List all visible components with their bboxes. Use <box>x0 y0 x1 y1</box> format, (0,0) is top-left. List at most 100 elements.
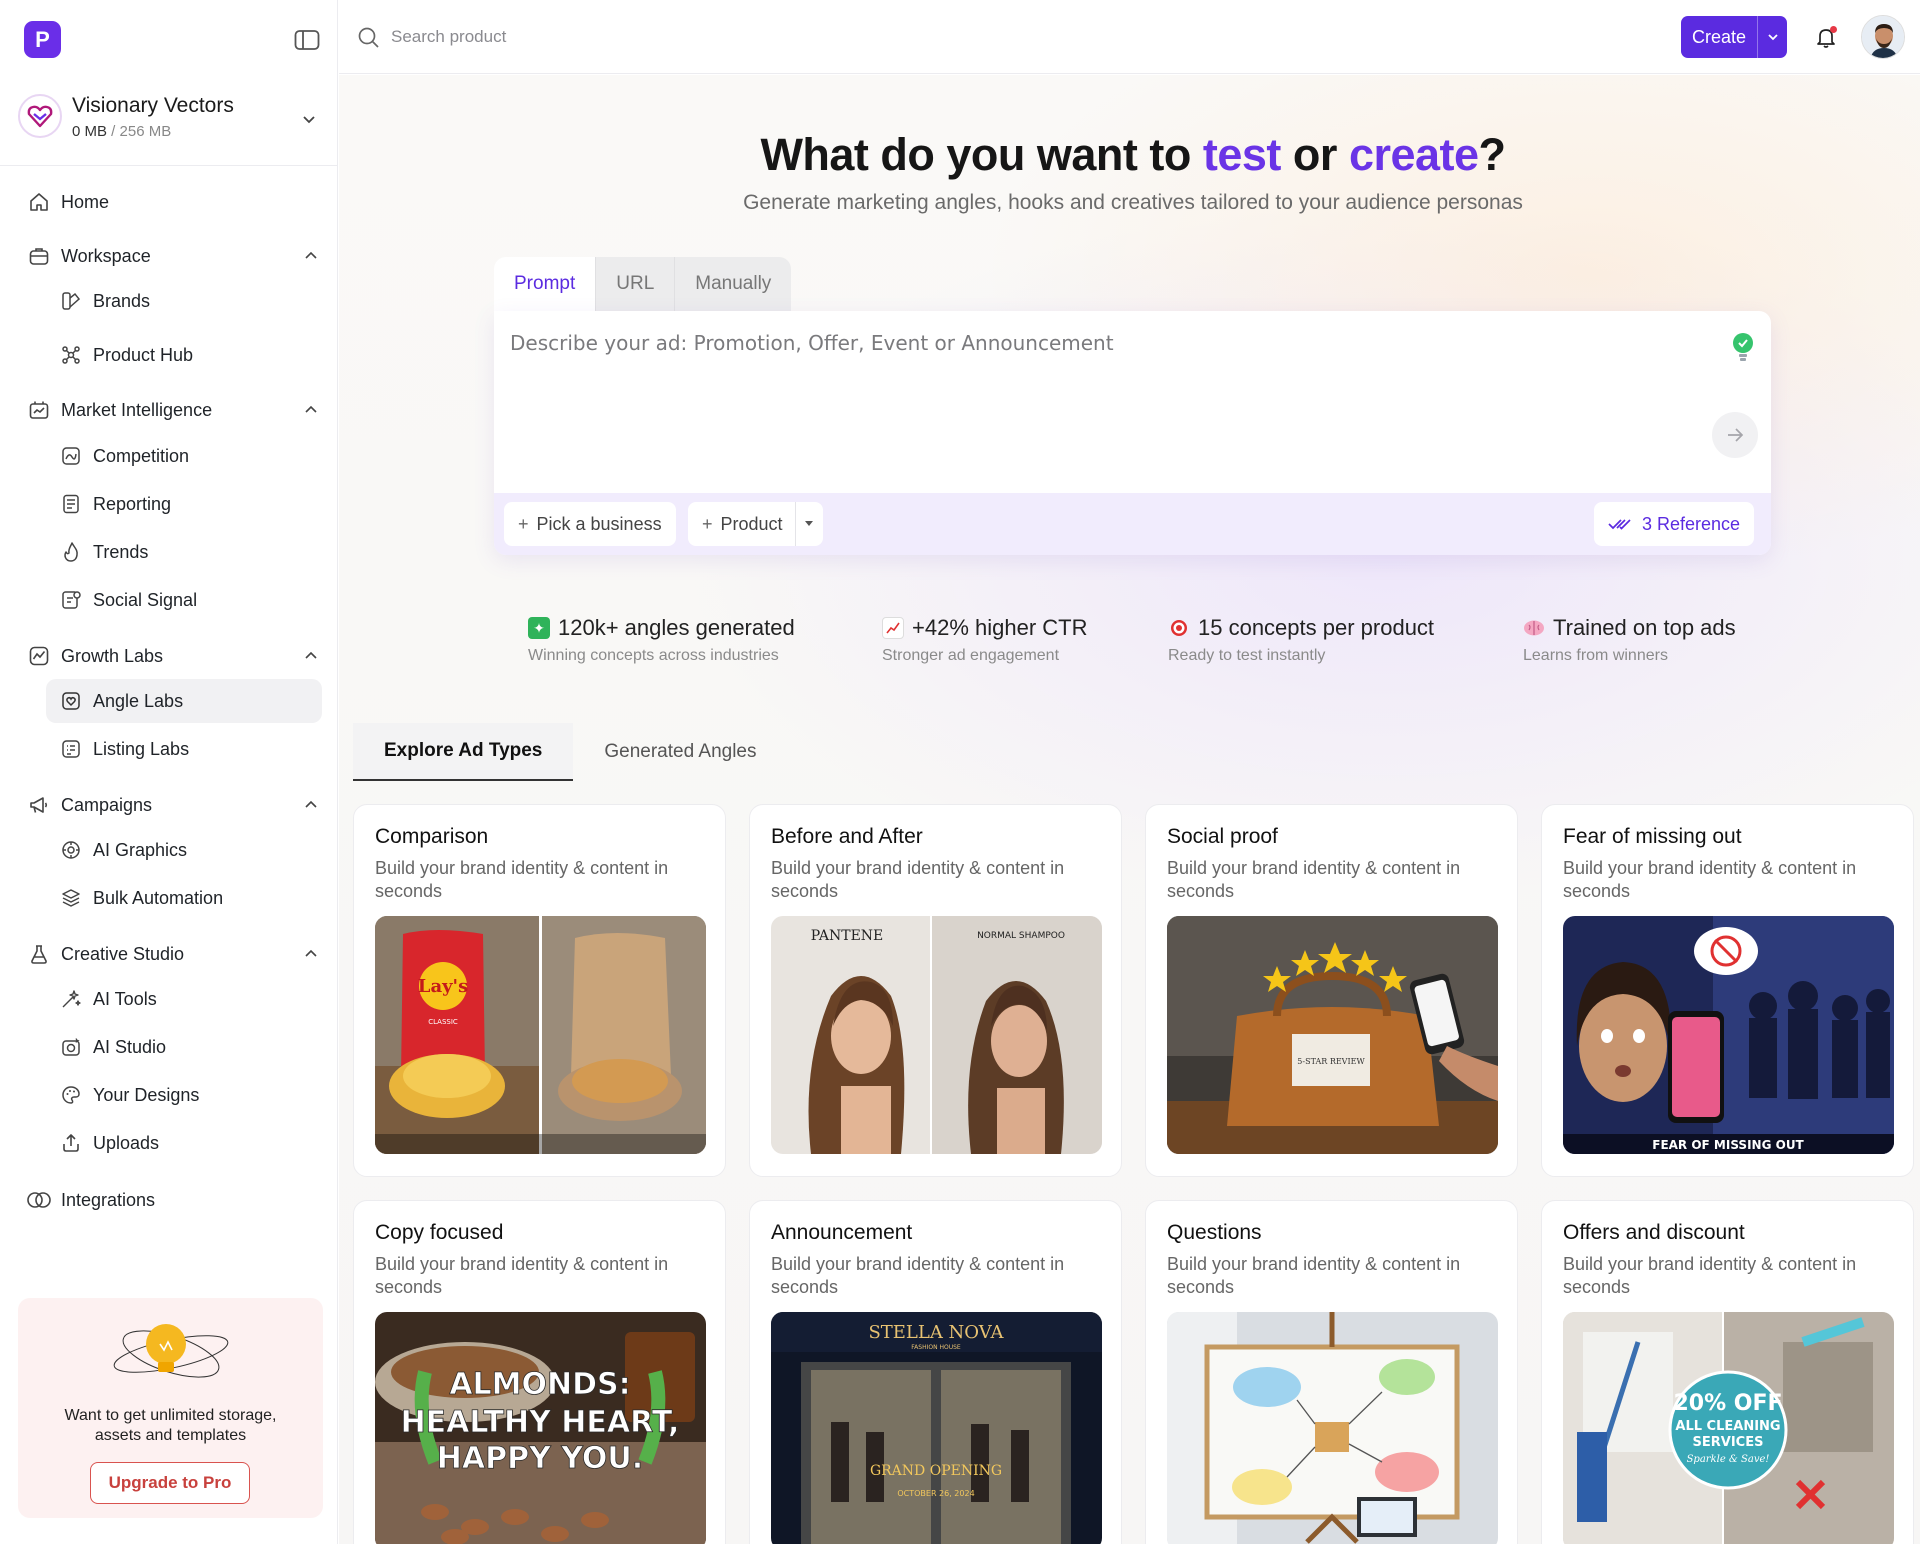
sidebar-item-ai-graphics[interactable]: AI Graphics <box>46 828 322 872</box>
pick-business-button[interactable]: + Pick a business <box>504 502 676 546</box>
stat-title: Trained on top ads <box>1553 615 1736 640</box>
hero-title-part: ? <box>1478 129 1507 180</box>
ad-type-card-social-proof[interactable]: Social proof Build your brand identity &… <box>1145 804 1518 1177</box>
create-button-label: Create <box>1691 26 1747 47</box>
sidebar-section-label: Growth Labs <box>61 645 164 666</box>
reference-button[interactable]: 3 Reference <box>1594 502 1755 546</box>
tab-url[interactable]: URL <box>595 257 675 311</box>
sidebar-item-product-hub[interactable]: Product Hub <box>46 333 322 377</box>
ad-type-card-offers-discount[interactable]: Offers and discount Build your brand ide… <box>1541 1200 1914 1544</box>
stat-subtitle: Stronger ad engagement <box>882 647 1060 664</box>
sidebar-section-campaigns[interactable]: Campaigns <box>26 783 326 827</box>
card-title: Fear of missing out <box>1563 825 1742 848</box>
sidebar-item-social-signal[interactable]: Social Signal <box>46 578 322 622</box>
send-button[interactable] <box>1712 412 1758 458</box>
card-title: Social proof <box>1167 825 1278 848</box>
sidebar-item-angle-labs[interactable]: Angle Labs <box>46 679 322 723</box>
notification-bell-icon[interactable] <box>1813 24 1839 50</box>
ad-type-card-before-after[interactable]: Before and After Build your brand identi… <box>749 804 1122 1177</box>
card-description: Build your brand identity & content in s… <box>1167 1254 1461 1297</box>
stats-row: ✦ 120k+ angles generated Winning concepts… <box>339 615 1920 685</box>
sidebar-section-label: Campaigns <box>61 794 153 815</box>
chevron-up-icon[interactable] <box>302 796 320 814</box>
sidebar-item-label: AI Studio <box>93 1036 167 1057</box>
hero-title: What do you want to test or create? <box>339 129 1920 181</box>
ad-type-card-fomo[interactable]: Fear of missing out Build your brand ide… <box>1541 804 1914 1177</box>
lightbulb-icon[interactable] <box>1730 331 1756 363</box>
pantene-text: PANTENE <box>811 928 884 944</box>
sidebar-item-label: Social Signal <box>93 589 198 610</box>
sidebar-item-home[interactable]: Home <box>26 180 326 224</box>
chevron-up-icon[interactable] <box>302 247 320 265</box>
chevron-down-icon[interactable] <box>300 110 318 128</box>
tab-generated-angles[interactable]: Generated Angles <box>573 723 787 781</box>
ad-type-card-announcement[interactable]: Announcement Build your brand identity &… <box>749 1200 1122 1544</box>
briefcase-icon <box>26 243 52 269</box>
sidebar-item-ai-tools[interactable]: AI Tools <box>46 977 322 1021</box>
tab-manually[interactable]: Manually <box>674 257 792 311</box>
double-check-icon <box>1608 519 1631 530</box>
offer-line-4: Sparkle & Save! <box>1687 1454 1770 1465</box>
content-tabs: Explore Ad Types Generated Angles <box>353 723 788 781</box>
sidebar-item-listing-labs[interactable]: Listing Labs <box>46 727 322 771</box>
tab-explore-ad-types[interactable]: Explore Ad Types <box>353 723 574 781</box>
sidebar-section-creative-studio[interactable]: Creative Studio <box>26 932 326 976</box>
sidebar-item-trends[interactable]: Trends <box>46 530 322 574</box>
stat-subtitle: Ready to test instantly <box>1168 647 1326 664</box>
stat-subtitle: Learns from winners <box>1523 647 1668 664</box>
chevron-up-icon[interactable] <box>302 401 320 419</box>
sidebar-item-label: Competition <box>93 445 190 466</box>
sidebar-section-growth-labs[interactable]: Growth Labs <box>26 634 326 678</box>
sidebar: P Visionary Vectors 0 MB / 256 MB Home W… <box>0 0 338 1544</box>
sidebar-item-label: Brands <box>93 290 151 311</box>
chevron-up-icon[interactable] <box>302 647 320 665</box>
caret-down-icon[interactable] <box>794 502 823 546</box>
sidebar-item-label: Your Designs <box>93 1084 200 1105</box>
sidebar-section-market-intelligence[interactable]: Market Intelligence <box>26 388 326 432</box>
brands-icon <box>58 288 84 314</box>
reference-label: 3 Reference <box>1642 513 1741 534</box>
flask-icon <box>26 941 52 967</box>
plus-icon: + <box>518 513 529 534</box>
stat-item: +42% higher CTR Stronger ad engagement <box>882 615 1087 665</box>
sidebar-item-uploads[interactable]: Uploads <box>46 1121 322 1165</box>
reporting-icon <box>58 491 84 517</box>
sidebar-item-label: Bulk Automation <box>93 887 224 908</box>
sidebar-item-competition[interactable]: Competition <box>46 434 322 478</box>
sidebar-section-workspace[interactable]: Workspace <box>26 234 326 278</box>
angle-labs-icon <box>58 688 84 714</box>
app-logo[interactable]: P <box>24 21 61 58</box>
listing-icon <box>58 736 84 762</box>
almonds-line-2: HEALTHY HEART, <box>401 1405 680 1440</box>
notification-dot <box>1830 26 1837 33</box>
storage-used: 0 MB <box>72 123 108 140</box>
lays-text: Lay's <box>418 976 468 997</box>
sidebar-toggle-icon[interactable] <box>294 29 320 51</box>
card-image: STELLA NOVA FASHION HOUSE GRAND OPENING … <box>771 1312 1102 1544</box>
normal-shampoo-text: NORMAL SHAMPOO <box>977 931 1065 941</box>
chevron-up-icon[interactable] <box>302 945 320 963</box>
integrations-icon <box>26 1187 52 1213</box>
workspace-switcher[interactable]: Visionary Vectors 0 MB / 256 MB <box>0 74 338 166</box>
sidebar-item-your-designs[interactable]: Your Designs <box>46 1073 322 1117</box>
card-description: Build your brand identity & content in s… <box>1563 858 1857 901</box>
sidebar-item-label: Trends <box>93 541 149 562</box>
search-input[interactable] <box>391 22 791 52</box>
chevron-down-icon[interactable] <box>1757 16 1787 58</box>
sidebar-item-reporting[interactable]: Reporting <box>46 482 322 526</box>
create-button[interactable]: Create <box>1681 16 1787 58</box>
upgrade-button[interactable]: Upgrade to Pro <box>90 1462 250 1504</box>
sidebar-item-brands[interactable]: Brands <box>46 279 322 323</box>
user-avatar[interactable] <box>1861 15 1905 59</box>
ad-type-card-questions[interactable]: Questions Build your brand identity & co… <box>1145 1200 1518 1544</box>
ad-type-card-comparison[interactable]: Comparison Build your brand identity & c… <box>353 804 726 1177</box>
prompt-input[interactable] <box>510 331 1690 441</box>
sidebar-item-bulk-automation[interactable]: Bulk Automation <box>46 876 322 920</box>
sidebar-item-label: Angle Labs <box>93 690 184 711</box>
tab-prompt[interactable]: Prompt <box>494 257 596 311</box>
card-image: PANTENE NORMAL SHAMPOO <box>771 916 1102 1154</box>
product-button[interactable]: + Product <box>688 502 823 546</box>
sidebar-item-ai-studio[interactable]: AI Studio <box>46 1025 322 1069</box>
sidebar-item-integrations[interactable]: Integrations <box>26 1178 326 1222</box>
ad-type-card-copy-focused[interactable]: Copy focused Build your brand identity &… <box>353 1200 726 1544</box>
